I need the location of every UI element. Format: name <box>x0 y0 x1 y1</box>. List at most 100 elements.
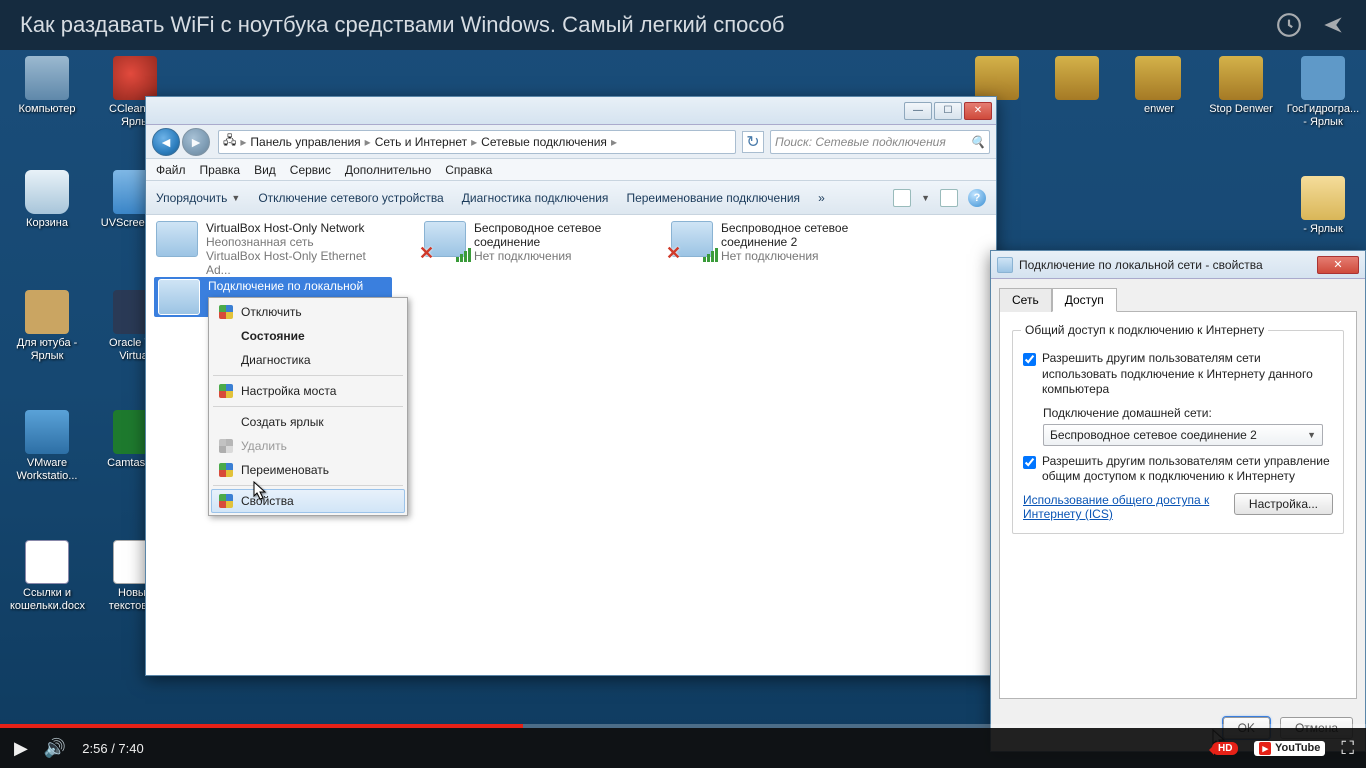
back-button[interactable]: ◄ <box>152 128 180 156</box>
connection-vbox[interactable]: VirtualBox Host-Only Network Неопознанна… <box>156 221 386 277</box>
ics-help-link[interactable]: Использование общего доступа к Интернету… <box>1023 493 1222 521</box>
refresh-button[interactable]: ↻ <box>742 131 764 153</box>
network-adapter-icon <box>158 279 200 315</box>
cm-separator <box>213 375 403 376</box>
menu-service[interactable]: Сервис <box>290 163 331 177</box>
shield-icon <box>219 305 233 319</box>
checkbox-label: Разрешить другим пользователям сети испо… <box>1042 351 1333 398</box>
preview-pane-icon[interactable] <box>940 189 958 207</box>
groupbox-ics: Общий доступ к подключению к Интернету Р… <box>1012 330 1344 534</box>
dialog-titlebar: Подключение по локальной сети - свойства… <box>991 251 1365 279</box>
context-menu: Отключить Состояние Диагностика Настройк… <box>208 297 408 516</box>
shield-icon <box>219 463 233 477</box>
conn-title: Беспроводное сетевое соединение 2 <box>721 221 901 249</box>
explorer-window: — ☐ ✕ ◄ ► 🖧 ▸ Панель управления▸ Сеть и … <box>145 96 997 676</box>
desktop-icon-stopdenwer[interactable]: Stop Denwer <box>1204 56 1278 116</box>
desktop-icon-gosgidro[interactable]: ГосГидрогра... - Ярлык <box>1286 56 1360 128</box>
menu-help[interactable]: Справка <box>445 163 492 177</box>
breadcrumb-item[interactable]: Сеть и Интернет <box>375 135 467 149</box>
menu-view[interactable]: Вид <box>254 163 276 177</box>
cm-shortcut[interactable]: Создать ярлык <box>211 410 405 434</box>
cm-bridge[interactable]: Настройка моста <box>211 379 405 403</box>
cursor-icon <box>253 481 267 501</box>
desktop-icon-computer[interactable]: Компьютер <box>10 56 84 116</box>
player-bar: ▶ 🔊 2:56 / 7:40 HD ▸YouTube ⛶ <box>0 728 1366 768</box>
wifi-adapter-icon <box>671 221 713 257</box>
tab-network[interactable]: Сеть <box>999 288 1052 312</box>
select-value: Беспроводное сетевое соединение 2 <box>1050 428 1257 442</box>
fullscreen-button[interactable]: ⛶ <box>1341 738 1352 759</box>
watch-later-icon[interactable] <box>1276 12 1302 38</box>
conn-sub: Нет подключения <box>721 249 901 263</box>
shield-icon <box>219 494 233 508</box>
breadcrumb-item[interactable]: Сетевые подключения <box>481 135 607 149</box>
tb-organize[interactable]: Упорядочить▼ <box>156 191 240 205</box>
video-title: Как раздавать WiFi с ноутбука средствами… <box>20 12 1276 38</box>
desktop-icon-denwer[interactable]: enwer <box>1122 56 1196 116</box>
maximize-button[interactable]: ☐ <box>934 102 962 120</box>
checkbox-allow-share[interactable] <box>1023 353 1036 366</box>
desktop-icon-app2[interactable] <box>1040 56 1114 103</box>
cm-disconnect[interactable]: Отключить <box>211 300 405 324</box>
desktop-icon-youtube-folder[interactable]: Для ютуба - Ярлык <box>10 290 84 362</box>
play-button[interactable]: ▶ <box>14 738 28 759</box>
desktop-icon-vmware[interactable]: VMware Workstatio... <box>10 410 84 482</box>
tb-disable[interactable]: Отключение сетевого устройства <box>258 191 443 205</box>
conn-sub: Неопознанная сеть <box>206 235 386 249</box>
breadcrumb-icon: 🖧 <box>223 131 236 152</box>
checkbox-allow-control[interactable] <box>1023 456 1036 469</box>
forward-button[interactable]: ► <box>182 128 210 156</box>
cm-separator <box>213 406 403 407</box>
desktop-icon-recycle[interactable]: Корзина <box>10 170 84 230</box>
help-icon[interactable]: ? <box>968 189 986 207</box>
connection-wifi1[interactable]: Беспроводное сетевое соединение Нет подк… <box>424 221 654 263</box>
connection-wifi2[interactable]: Беспроводное сетевое соединение 2 Нет по… <box>671 221 901 263</box>
nav-row: ◄ ► 🖧 ▸ Панель управления▸ Сеть и Интерн… <box>146 125 996 159</box>
share-icon[interactable] <box>1320 12 1346 38</box>
menu-edit[interactable]: Правка <box>200 163 241 177</box>
menu-extra[interactable]: Дополнительно <box>345 163 431 177</box>
breadcrumb-item[interactable]: Панель управления <box>250 135 360 149</box>
cm-delete: Удалить <box>211 434 405 458</box>
search-icon: 🔍 <box>970 135 985 149</box>
home-network-select[interactable]: Беспроводное сетевое соединение 2 ▼ <box>1043 424 1323 446</box>
search-input[interactable]: Поиск: Сетевые подключения 🔍 <box>770 130 990 154</box>
home-network-label: Подключение домашней сети: <box>1043 406 1333 420</box>
desktop-icon-folder-cut[interactable]: - Ярлык <box>1286 176 1360 236</box>
view-mode-icon[interactable] <box>893 189 911 207</box>
breadcrumb[interactable]: 🖧 ▸ Панель управления▸ Сеть и Интернет▸ … <box>218 130 736 154</box>
network-adapter-icon <box>997 257 1013 273</box>
cm-rename[interactable]: Переименовать <box>211 458 405 482</box>
close-button[interactable]: ✕ <box>964 102 992 120</box>
menu-file[interactable]: Файл <box>156 163 186 177</box>
cm-status[interactable]: Состояние <box>211 324 405 348</box>
conn-sub: Нет подключения <box>474 249 654 263</box>
volume-icon[interactable]: 🔊 <box>44 738 66 759</box>
time-display: 2:56 / 7:40 <box>82 741 143 756</box>
cm-properties[interactable]: Свойства <box>211 489 405 513</box>
close-button[interactable]: ✕ <box>1317 256 1359 274</box>
conn-title: Беспроводное сетевое соединение <box>474 221 654 249</box>
desktop-icon-links-doc[interactable]: Ссылки и кошельки.docx <box>10 540 84 612</box>
tabs: Сеть Доступ <box>999 287 1357 311</box>
shield-icon <box>219 439 233 453</box>
group-title: Общий доступ к подключению к Интернету <box>1021 323 1268 337</box>
conn-sub: VirtualBox Host-Only Ethernet Ad... <box>206 249 386 277</box>
tab-access[interactable]: Доступ <box>1052 288 1117 312</box>
tb-more[interactable]: » <box>818 191 825 205</box>
conn-title: VirtualBox Host-Only Network <box>206 221 386 235</box>
cm-separator <box>213 485 403 486</box>
properties-dialog: Подключение по локальной сети - свойства… <box>990 250 1366 752</box>
cm-diag[interactable]: Диагностика <box>211 348 405 372</box>
settings-button[interactable]: Настройка... <box>1234 493 1333 515</box>
youtube-badge[interactable]: ▸YouTube <box>1254 741 1325 756</box>
minimize-button[interactable]: — <box>904 102 932 120</box>
tb-diag[interactable]: Диагностика подключения <box>462 191 609 205</box>
menu-bar: Файл Правка Вид Сервис Дополнительно Спр… <box>146 159 996 181</box>
window-chrome: — ☐ ✕ <box>146 97 996 125</box>
wifi-adapter-icon <box>424 221 466 257</box>
dialog-title: Подключение по локальной сети - свойства <box>1019 258 1263 272</box>
tb-rename[interactable]: Переименование подключения <box>626 191 800 205</box>
hd-badge[interactable]: HD <box>1212 742 1238 755</box>
toolbar: Упорядочить▼ Отключение сетевого устройс… <box>146 181 996 215</box>
